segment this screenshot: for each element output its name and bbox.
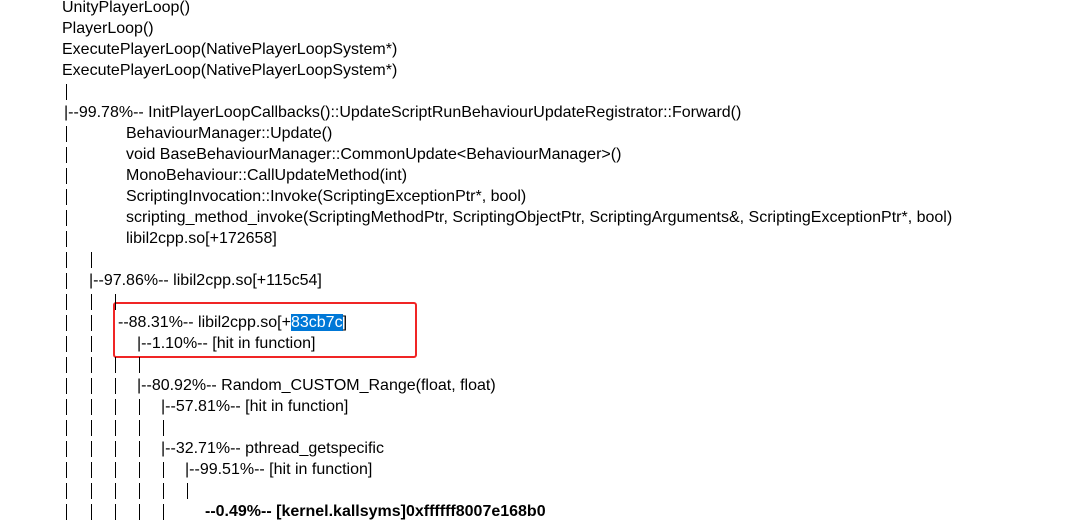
tree-line: void BaseBehaviourManager::CommonUpdate<… <box>126 146 622 163</box>
tree-connector <box>115 294 116 310</box>
tree-connector <box>115 462 116 478</box>
tree-connector <box>66 189 67 205</box>
tree-line: ExecutePlayerLoop(NativePlayerLoopSystem… <box>62 62 398 79</box>
tree-connector <box>66 210 67 226</box>
tree-connector <box>115 357 116 373</box>
tree-connector <box>139 483 140 499</box>
tree-connector <box>66 231 67 247</box>
tree-line: ScriptingInvocation::Invoke(ScriptingExc… <box>126 188 527 205</box>
tree-connector <box>91 504 92 520</box>
tree-connector <box>115 420 116 436</box>
tree-connector <box>66 420 67 436</box>
tree-line: ExecutePlayerLoop(NativePlayerLoopSystem… <box>62 41 398 58</box>
tree-connector <box>139 420 140 436</box>
tree-connector <box>163 462 164 478</box>
tree-connector <box>91 315 92 331</box>
tree-connector <box>163 483 164 499</box>
tree-connector <box>91 441 92 457</box>
tree-connector <box>66 84 67 100</box>
tree-connector <box>66 378 67 394</box>
tree-connector <box>66 336 67 352</box>
tree-line: PlayerLoop() <box>62 20 154 37</box>
tree-connector <box>139 441 140 457</box>
tree-connector <box>163 420 164 436</box>
tree-connector <box>91 399 92 415</box>
tree-line: |--32.71%-- pthread_getspecific <box>161 440 384 457</box>
tree-line: BehaviourManager::Update() <box>126 125 333 142</box>
tree-connector <box>66 441 67 457</box>
tree-line: |--99.78%-- InitPlayerLoopCallbacks()::U… <box>64 104 742 121</box>
red-highlight-box <box>113 302 417 358</box>
tree-connector <box>66 462 67 478</box>
tree-connector <box>66 315 67 331</box>
tree-connector <box>163 504 164 520</box>
tree-connector <box>91 420 92 436</box>
tree-connector <box>66 147 67 163</box>
tree-line: MonoBehaviour::CallUpdateMethod(int) <box>126 167 408 184</box>
tree-connector <box>91 483 92 499</box>
tree-connector <box>139 399 140 415</box>
tree-connector <box>66 168 67 184</box>
tree-connector <box>91 378 92 394</box>
tree-line: |--80.92%-- Random_CUSTOM_Range(float, f… <box>137 377 496 394</box>
tree-connector <box>91 252 92 268</box>
tree-connector <box>139 462 140 478</box>
tree-connector <box>66 294 67 310</box>
tree-connector <box>66 357 67 373</box>
tree-line: --0.49%-- [kernel.kallsyms]0xffffff8007e… <box>205 503 546 520</box>
tree-connector <box>91 336 92 352</box>
tree-line: libil2cpp.so[+172658] <box>126 230 277 247</box>
tree-line: scripting_method_invoke(ScriptingMethodP… <box>126 209 953 226</box>
tree-connector <box>66 126 67 142</box>
tree-connector <box>187 483 188 499</box>
tree-connector <box>91 357 92 373</box>
tree-line: |--97.86%-- libil2cpp.so[+115c54] <box>89 272 322 289</box>
tree-connector <box>115 504 116 520</box>
tree-connector <box>91 462 92 478</box>
tree-line: UnityPlayerLoop() <box>62 0 191 16</box>
tree-connector <box>66 483 67 499</box>
tree-connector <box>115 399 116 415</box>
tree-connector <box>66 252 67 268</box>
tree-connector <box>139 504 140 520</box>
tree-connector <box>66 273 67 289</box>
tree-connector <box>115 483 116 499</box>
tree-connector <box>115 378 116 394</box>
tree-line: |--99.51%-- [hit in function] <box>185 461 373 478</box>
tree-connector <box>66 504 67 520</box>
tree-connector <box>139 357 140 373</box>
tree-connector <box>91 294 92 310</box>
tree-connector <box>66 399 67 415</box>
tree-line: |--57.81%-- [hit in function] <box>161 398 349 415</box>
tree-connector <box>115 441 116 457</box>
